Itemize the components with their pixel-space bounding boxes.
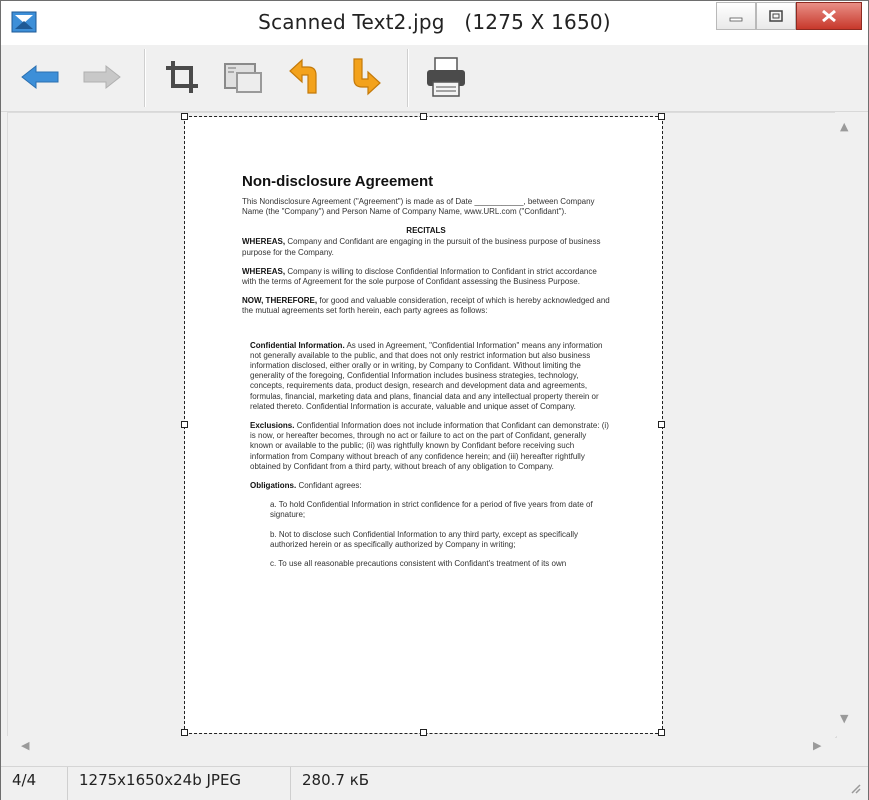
selection-handle[interactable] — [181, 113, 188, 120]
image-viewport[interactable]: Non-disclosure Agreement This Nondisclos… — [7, 112, 837, 738]
scanned-page: Non-disclosure Agreement This Nondisclos… — [181, 113, 665, 736]
rotate-right-icon — [353, 58, 381, 96]
horizontal-scrollbar[interactable]: ◀ ▶ — [7, 736, 835, 756]
rotate-left-button[interactable] — [281, 51, 331, 103]
scroll-up-icon[interactable]: ▲ — [840, 120, 848, 133]
document-intro: This Nondisclosure Agreement ("Agreement… — [242, 197, 595, 217]
toolbar-separator — [407, 49, 409, 107]
now-therefore-clause: NOW, THEREFORE, for good and valuable co… — [242, 296, 610, 316]
whereas-clause-2: WHEREAS, Company is willing to disclose … — [242, 266, 597, 287]
forward-arrow-icon — [83, 64, 121, 90]
whereas-clause-1: WHEREAS, Company and Confidant are engag… — [242, 237, 601, 257]
scroll-right-icon[interactable]: ▶ — [813, 739, 821, 752]
maximize-icon — [769, 10, 783, 22]
back-button[interactable] — [15, 51, 65, 103]
recitals-heading: RECITALS — [406, 226, 446, 236]
scroll-left-icon[interactable]: ◀ — [21, 739, 29, 752]
rotate-left-icon — [289, 58, 317, 94]
document-content: Non-disclosure Agreement This Nondisclos… — [242, 173, 610, 578]
maximize-button[interactable] — [756, 2, 796, 30]
status-file-size: 280.7 кБ — [302, 771, 370, 789]
obligation-item: c. To use all reasonable precautions con… — [270, 559, 567, 569]
document-title: Non-disclosure Agreement — [242, 173, 434, 190]
crop-icon — [166, 61, 198, 93]
image-viewer-window: Scanned Text2.jpg (1275 X 1650) Non-disc… — [0, 0, 869, 800]
resize-button[interactable] — [218, 51, 268, 103]
vertical-scrollbar[interactable]: ▲ ▼ — [835, 112, 855, 736]
minimize-button[interactable] — [716, 2, 756, 30]
selection-handle[interactable] — [420, 113, 427, 120]
print-button[interactable] — [421, 51, 471, 103]
confidential-information-section: Confidential Information. As used in Agr… — [250, 340, 603, 411]
selection-handle[interactable] — [658, 421, 665, 428]
toolbar-separator — [144, 49, 146, 107]
toolbar — [1, 45, 868, 112]
status-image-index: 4/4 — [1, 767, 68, 800]
obligation-item: b. Not to disclose such Confidential Inf… — [270, 529, 579, 549]
obligations-section: Obligations. Confidant agrees: — [250, 481, 362, 491]
selection-handle[interactable] — [420, 729, 427, 736]
forward-button[interactable] — [77, 51, 127, 103]
exclusions-section: Exclusions. Confidential Information doe… — [250, 421, 609, 471]
status-bar: 4/4 1275x1650x24b JPEG 280.7 кБ — [1, 766, 868, 800]
close-icon — [822, 9, 836, 23]
back-arrow-icon — [21, 64, 59, 90]
selection-handle[interactable] — [181, 421, 188, 428]
title-bar: Scanned Text2.jpg (1275 X 1650) — [1, 1, 868, 45]
obligation-item: a. To hold Confidential Information in s… — [270, 500, 593, 520]
selection-handle[interactable] — [658, 729, 665, 736]
status-image-info: 1275x1650x24b JPEG — [68, 767, 291, 800]
minimize-icon — [729, 17, 743, 22]
crop-button[interactable] — [157, 51, 207, 103]
selection-handle[interactable] — [181, 729, 188, 736]
resize-grip-icon[interactable] — [850, 783, 862, 795]
resize-icon — [224, 63, 262, 93]
selection-handle[interactable] — [658, 113, 665, 120]
rotate-right-button[interactable] — [339, 51, 389, 103]
scroll-down-icon[interactable]: ▼ — [840, 712, 848, 725]
close-button[interactable] — [796, 2, 862, 30]
printer-icon — [427, 57, 465, 97]
